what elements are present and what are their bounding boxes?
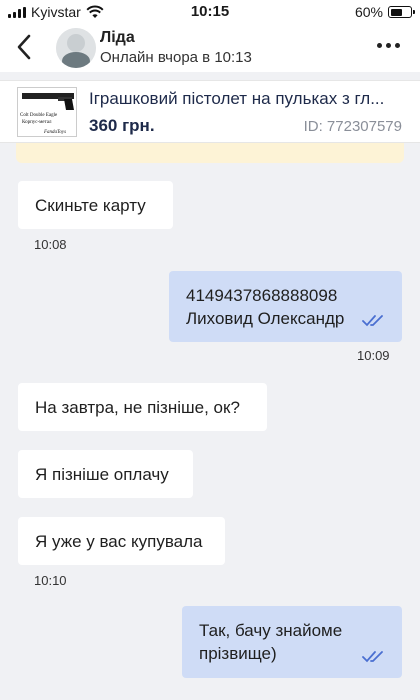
message-outgoing[interactable]: Так, бачу знайоме прізвище) [182, 606, 402, 678]
battery-percent: 60% [354, 4, 383, 20]
back-button[interactable] [10, 32, 38, 62]
chevron-left-icon [17, 34, 31, 60]
contact-name: Ліда [100, 29, 135, 46]
message-time: 10:08 [34, 237, 67, 252]
thumb-brand: FandaToys [43, 130, 66, 135]
product-price: 360 грн. [89, 116, 155, 135]
message-text-line: прізвище) [199, 644, 277, 663]
contact-status: Онлайн вчора в 10:13 [100, 49, 252, 66]
message-text: Скиньте карту [35, 196, 146, 215]
chat-header: Ліда Онлайн вчора в 10:13 [0, 24, 420, 72]
product-bar[interactable]: Colt Double Eagle Корпус-метал FandaToys… [0, 80, 420, 143]
pistol-image-icon: Colt Double Eagle Корпус-метал FandaToys [20, 93, 74, 135]
product-thumbnail[interactable]: Colt Double Eagle Корпус-метал FandaToys [17, 87, 77, 137]
message-incoming[interactable]: Скиньте карту [18, 181, 173, 229]
more-horizontal-icon [377, 43, 382, 48]
message-text: Я уже у вас купувала [35, 532, 203, 551]
more-options-button[interactable] [377, 43, 400, 48]
promo-strip [16, 143, 404, 163]
battery-fill [390, 8, 402, 16]
thumb-text-2: Корпус-метал [22, 120, 52, 125]
message-text: Я пізніше оплачу [35, 465, 169, 484]
message-incoming[interactable]: На завтра, не пізніше, ок? [18, 383, 267, 431]
product-id: ID: 772307579 [303, 118, 402, 135]
double-check-icon [362, 315, 383, 327]
status-right: 60% [354, 4, 415, 20]
message-time: 10:09 [357, 348, 390, 363]
battery-icon [388, 6, 415, 18]
user-avatar-icon [56, 28, 96, 68]
double-check-icon [362, 651, 383, 663]
message-incoming[interactable]: Я уже у вас купувала [18, 517, 225, 565]
message-time: 10:10 [34, 573, 67, 588]
message-incoming[interactable]: Я пізніше оплачу [18, 450, 193, 498]
message-text-line: Лиховид Олександр [186, 309, 345, 328]
message-outgoing[interactable]: 4149437868888098 Лиховид Олександр [169, 271, 402, 342]
status-bar: Kyivstar 10:15 60% [0, 0, 420, 24]
message-text: На завтра, не пізніше, ок? [35, 398, 240, 417]
product-title[interactable]: Іграшковий пістолет на пульках з гл... [89, 89, 407, 109]
avatar[interactable] [56, 28, 96, 68]
message-text-line: Так, бачу знайоме [199, 621, 343, 640]
message-text-line: 4149437868888098 [186, 286, 338, 305]
thumb-text-1: Colt Double Eagle [20, 113, 58, 118]
